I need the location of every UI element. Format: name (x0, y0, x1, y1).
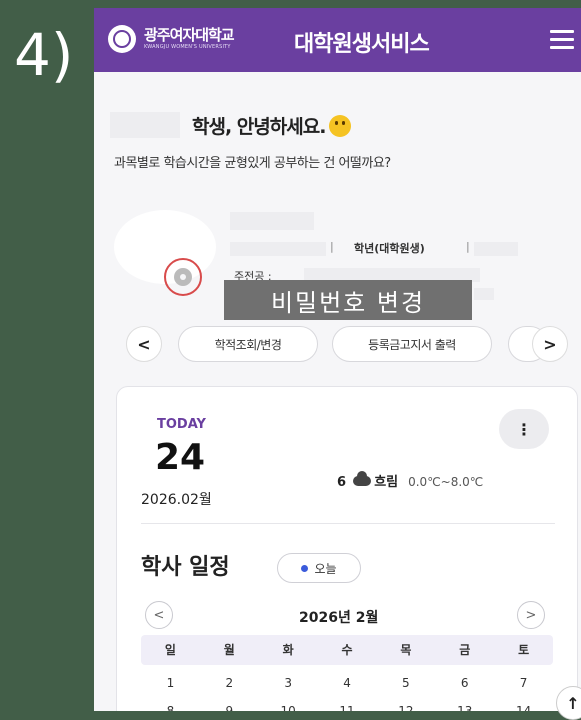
arrow-up-icon[interactable]: ↑ (556, 686, 581, 720)
weather-info: 6 흐림 0.0℃~8.0℃ (337, 471, 483, 490)
more-options-button[interactable]: ⋮ (499, 409, 549, 449)
schedule-title: 학사 일정 (141, 555, 230, 580)
calendar-day[interactable]: 1 (141, 669, 200, 697)
university-emblem-icon[interactable] (108, 25, 136, 53)
redacted-status (474, 242, 518, 256)
redacted-info (474, 288, 494, 300)
app-title: 대학원생서비스 (294, 32, 430, 57)
weekday-tue: 화 (282, 643, 294, 657)
calendar-day[interactable]: 13 (435, 697, 494, 711)
today-day: 24 (155, 437, 206, 478)
top-bar: 광주여자대학교 KWANGJU WOMEN'S UNIVERSITY 대학원생서… (94, 8, 581, 72)
calendar-day[interactable]: 9 (200, 697, 259, 711)
greeting-text: 학생, 안녕하세요. (192, 116, 326, 138)
calendar-day[interactable]: 10 (259, 697, 318, 711)
calendar-prev-month-button[interactable]: < (145, 601, 173, 629)
calendar-day[interactable]: 4 (318, 669, 377, 697)
today-dot-icon (301, 564, 309, 572)
chevron-left-icon[interactable]: < (126, 326, 162, 362)
calendar-day[interactable]: 12 (376, 697, 435, 711)
calendar-day[interactable]: 3 (259, 669, 318, 697)
calendar-next-month-button[interactable]: > (517, 601, 545, 629)
info-separator: | (330, 240, 334, 253)
student-grade: 학년(대학원생) (354, 242, 425, 255)
greeting-subtitle: 과목별로 학습시간을 균형있게 공부하는 건 어떨까요? (114, 156, 391, 171)
redacted-name (110, 112, 180, 138)
calendar-day[interactable]: 11 (318, 697, 377, 711)
today-year-month: 2026.02월 (141, 492, 212, 508)
redacted-student-name (230, 212, 314, 230)
weekday-mon: 월 (223, 643, 235, 657)
calendar-day[interactable]: 2 (200, 669, 259, 697)
quick-menu-academic-record[interactable]: 학적조회/변경 (178, 326, 318, 362)
gear-icon (174, 268, 192, 286)
chevron-right-icon[interactable]: > (532, 326, 568, 362)
calendar-month: 2026년 2월 (299, 610, 379, 626)
weekday-sun: 일 (164, 643, 176, 657)
cloud-icon (353, 471, 372, 486)
weekday-wed: 수 (341, 643, 353, 657)
calendar-week-1: 1 2 3 4 5 6 7 (141, 669, 553, 697)
temperature-range: 0.0℃~8.0℃ (408, 475, 484, 489)
info-separator: | (466, 240, 470, 253)
calendar-week-2: 8 9 10 11 12 13 14 (141, 697, 553, 711)
weather-text: 흐림 (374, 475, 399, 490)
calendar-day[interactable]: 6 (435, 669, 494, 697)
redacted-department (230, 242, 326, 256)
divider (141, 523, 555, 524)
change-password-caption: 비밀번호 변경 (224, 280, 472, 320)
step-marker: 4) (14, 21, 74, 89)
weekday-sat: 토 (518, 643, 530, 657)
logo-english: KWANGJU WOMEN'S UNIVERSITY (144, 44, 231, 50)
today-button[interactable]: 오늘 (277, 553, 361, 583)
weekday-thu: 목 (400, 643, 412, 657)
calendar-day[interactable]: 8 (141, 697, 200, 711)
greeting-title: 학생, 안녕하세요. (192, 112, 352, 139)
weekday-fri: 금 (459, 643, 471, 657)
weekday-header: 일 월 화 수 목 금 토 (141, 635, 553, 665)
logo-korean[interactable]: 광주여자대학교 (144, 24, 235, 45)
hamburger-menu-icon[interactable] (550, 30, 574, 50)
calendar-day[interactable]: 7 (494, 669, 553, 697)
today-label: TODAY (157, 417, 206, 432)
today-button-label: 오늘 (314, 561, 337, 576)
profile-settings-button[interactable] (164, 258, 202, 296)
smile-emoji-icon (329, 115, 352, 137)
phone-screen: 광주여자대학교 KWANGJU WOMEN'S UNIVERSITY 대학원생서… (94, 8, 581, 711)
quick-menu-tuition-bill[interactable]: 등록금고지서 출력 (332, 326, 492, 362)
today-card: TODAY 24 2026.02월 ⋮ 6 흐림 0.0℃~8.0℃ 학사 일정 … (116, 386, 578, 711)
weather-value: 6 (337, 475, 347, 490)
calendar-day[interactable]: 5 (376, 669, 435, 697)
calendar-day[interactable]: 14 (494, 697, 553, 711)
